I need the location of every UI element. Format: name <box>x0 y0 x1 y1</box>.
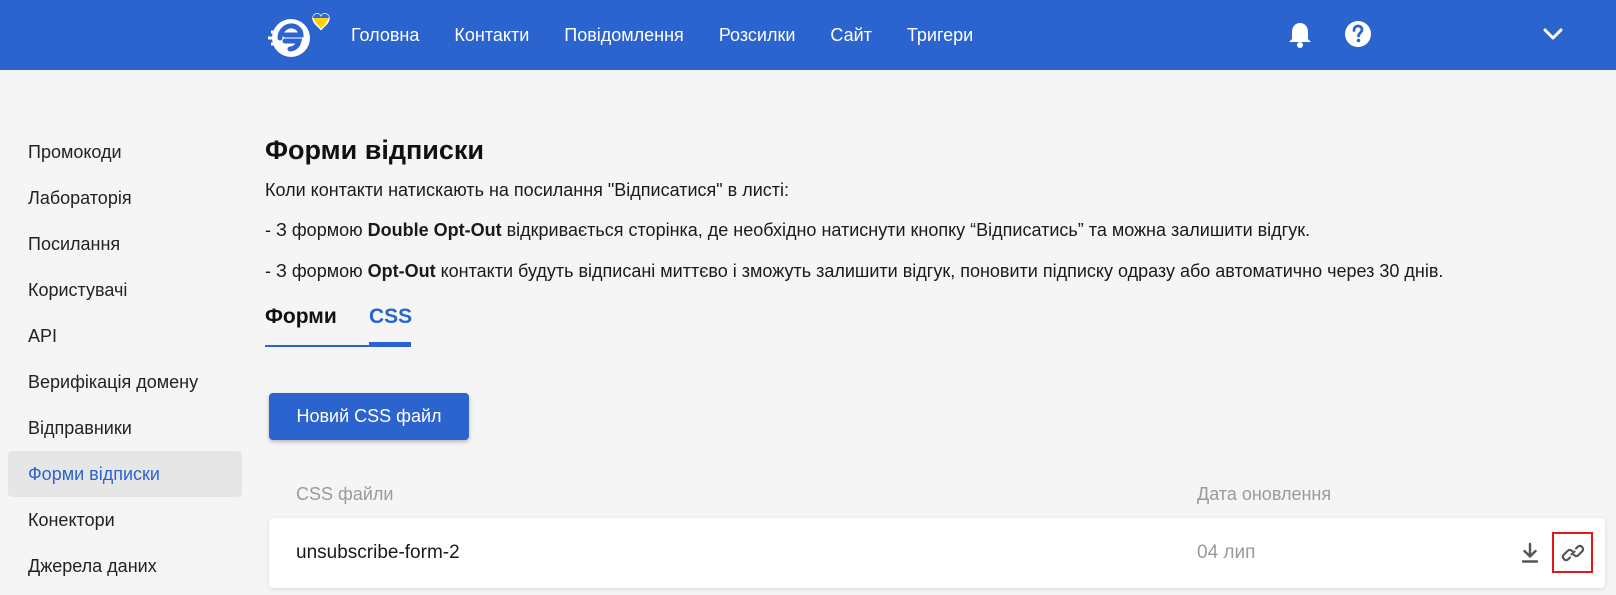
line-prefix: - З формою <box>265 261 368 281</box>
nav-home[interactable]: Головна <box>351 25 419 46</box>
tab-forms[interactable]: Форми <box>265 305 337 329</box>
chevron-down-icon[interactable] <box>1542 25 1564 43</box>
active-tab-indicator <box>369 342 411 346</box>
sidebar-item-api[interactable]: API <box>8 313 242 359</box>
logo-icon[interactable] <box>265 8 335 62</box>
download-icon[interactable] <box>1521 542 1539 564</box>
sidebar: Промокоди Лабораторія Посилання Користув… <box>8 129 242 589</box>
column-header-css-files: CSS файли <box>296 484 394 504</box>
line-rest: контакти будуть відписані миттєво і змож… <box>435 261 1444 281</box>
opt-out-label: Opt-Out <box>367 261 436 281</box>
page-title: Форми відписки <box>265 135 485 165</box>
double-opt-out-label: Double Opt-Out <box>367 220 502 240</box>
main-nav: Головна Контакти Повідомлення Розсилки С… <box>351 0 1008 70</box>
intro-text: Коли контакти натискають на посилання "В… <box>265 180 790 200</box>
sidebar-item-domain-verification[interactable]: Верифікація домену <box>8 359 242 405</box>
nav-contacts[interactable]: Контакти <box>454 25 529 46</box>
css-file-date: 04 лип <box>1197 542 1256 563</box>
sidebar-item-data-sources[interactable]: Джерела даних <box>8 543 242 589</box>
sidebar-item-unsubscribe-forms[interactable]: Форми відписки <box>8 451 242 497</box>
tab-css[interactable]: CSS <box>369 305 412 329</box>
line-rest: відкривається сторінка, де необхідно нат… <box>501 220 1311 240</box>
sidebar-item-laboratory[interactable]: Лабораторія <box>8 175 242 221</box>
bell-icon[interactable] <box>1287 20 1313 48</box>
top-navigation-bar: Головна Контакти Повідомлення Розсилки С… <box>0 0 1616 70</box>
opt-out-description: - З формою Opt-Out контакти будуть відпи… <box>265 261 1443 282</box>
nav-campaigns[interactable]: Розсилки <box>719 25 796 46</box>
tab-bar: Форми CSS <box>265 305 412 347</box>
css-file-name[interactable]: unsubscribe-form-2 <box>296 542 460 564</box>
double-opt-out-description: - З формою Double Opt-Out відкривається … <box>265 220 1310 241</box>
sidebar-item-connectors[interactable]: Конектори <box>8 497 242 543</box>
sidebar-item-promocodes[interactable]: Промокоди <box>8 129 242 175</box>
nav-messages[interactable]: Повідомлення <box>564 25 684 46</box>
help-icon[interactable] <box>1344 20 1372 48</box>
nav-site[interactable]: Сайт <box>830 25 872 46</box>
nav-triggers[interactable]: Тригери <box>907 25 973 46</box>
link-icon <box>1561 544 1584 561</box>
copy-link-button[interactable] <box>1552 532 1593 573</box>
sidebar-item-links[interactable]: Посилання <box>8 221 242 267</box>
sidebar-item-users[interactable]: Користувачі <box>8 267 242 313</box>
new-css-file-button[interactable]: Новий CSS файл <box>269 393 469 440</box>
line-prefix: - З формою <box>265 220 368 240</box>
table-row[interactable]: unsubscribe-form-2 04 лип <box>269 518 1605 588</box>
sidebar-item-senders[interactable]: Відправники <box>8 405 242 451</box>
column-header-updated-date: Дата оновлення <box>1197 484 1332 504</box>
